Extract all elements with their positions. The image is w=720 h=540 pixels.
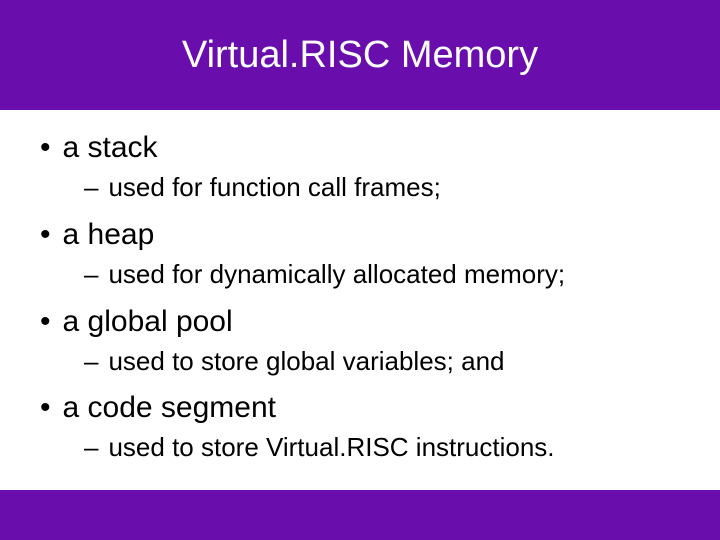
dash-icon: – — [84, 259, 98, 290]
list-item: • a heap – used for dynamically allocate… — [40, 215, 700, 292]
list-item: • a code segment – used to store Virtual… — [40, 388, 700, 465]
item-label: a heap — [63, 215, 155, 254]
content-area: • a stack – used for function call frame… — [0, 110, 720, 490]
item-label: a stack — [63, 128, 158, 167]
item-label: a global pool — [63, 302, 233, 341]
bullet-icon: • — [40, 217, 51, 253]
bullet-icon: • — [40, 304, 51, 340]
item-sublabel: used for function call frames; — [108, 171, 440, 205]
item-label: a code segment — [63, 388, 276, 427]
dash-icon: – — [84, 346, 98, 377]
bullet-icon: • — [40, 390, 51, 426]
bullet-icon: • — [40, 130, 51, 166]
list-item: • a stack – used for function call frame… — [40, 128, 700, 205]
item-sublabel: used to store global variables; and — [108, 345, 504, 379]
dash-icon: – — [84, 172, 98, 203]
slide-title: Virtual.RISC Memory — [182, 34, 538, 77]
bullet-list: • a stack – used for function call frame… — [40, 128, 700, 465]
item-sublabel: used to store Virtual.RISC instructions. — [108, 431, 554, 465]
dash-icon: – — [84, 432, 98, 463]
footer-bar — [0, 490, 720, 540]
title-bar: Virtual.RISC Memory — [0, 0, 720, 110]
list-item: • a global pool – used to store global v… — [40, 302, 700, 379]
item-sublabel: used for dynamically allocated memory; — [108, 258, 565, 292]
